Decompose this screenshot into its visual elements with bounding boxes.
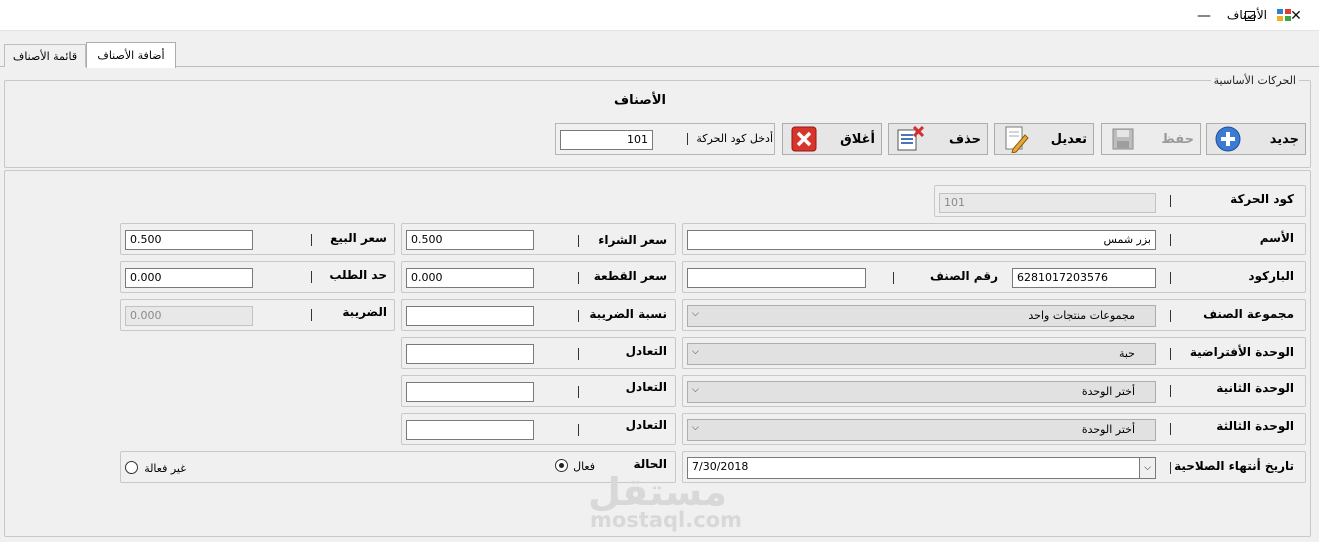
chevron-down-icon: ⌵ xyxy=(692,423,699,433)
separator xyxy=(578,348,579,360)
group-label: مجموعة الصنف xyxy=(1203,307,1294,321)
unit-default-label: الوحدة الأفتراضية xyxy=(1189,345,1294,359)
new-label: جديد xyxy=(1269,131,1299,147)
item-no-label: رقم الصنف xyxy=(930,269,998,283)
separator xyxy=(578,235,579,247)
tax-label: الضريبة xyxy=(342,305,387,319)
maximize-icon xyxy=(1245,10,1255,21)
separator xyxy=(1170,462,1171,474)
status-label: الحالة xyxy=(633,457,667,471)
delete-label: حذف xyxy=(949,131,981,147)
equiv3-field[interactable] xyxy=(406,420,534,440)
move-code-search-input[interactable]: 101 xyxy=(560,130,653,150)
status-inactive-label: غير فعالة xyxy=(144,462,186,475)
separator xyxy=(311,271,312,283)
separator xyxy=(687,133,688,145)
name-label: الأسم xyxy=(1259,231,1294,245)
separator xyxy=(311,234,312,246)
status-active-radio[interactable] xyxy=(555,459,568,472)
plus-circle-icon xyxy=(1213,126,1243,152)
group-select-value: مجموعات منتجات واحد xyxy=(1028,309,1135,322)
chevron-down-icon: ⌵ xyxy=(692,385,699,395)
close-window-button[interactable]: ✕ xyxy=(1273,0,1319,31)
group-select[interactable]: مجموعات منتجات واحد ⌵ xyxy=(687,305,1156,327)
unit-second-select[interactable]: أختر الوحدة ⌵ xyxy=(687,381,1156,403)
close-button[interactable]: أغلاق xyxy=(782,123,882,155)
sale-price-label: سعر البيع xyxy=(330,231,387,245)
expiry-label: تاريخ أنتهاء الصلاحية xyxy=(1174,459,1294,473)
item-no-field[interactable] xyxy=(687,268,866,288)
tab-items-list[interactable]: قائمة الأصناف xyxy=(4,44,86,67)
expiry-date-picker[interactable]: 7/30/2018 ⌵ xyxy=(687,457,1156,479)
reorder-field[interactable]: 0.000 xyxy=(125,268,253,288)
unit-second-value: أختر الوحدة xyxy=(1081,385,1135,398)
calendar-dropdown-icon[interactable]: ⌵ xyxy=(1139,458,1155,478)
unit-default-value: حبة xyxy=(1118,347,1135,360)
unit-second-label: الوحدة الثانية xyxy=(1216,381,1294,395)
separator xyxy=(1170,385,1171,397)
delete-document-icon xyxy=(895,126,925,152)
move-code-label: كود الحركة xyxy=(1230,192,1294,206)
barcode-label: الباركود xyxy=(1248,269,1294,283)
equiv2-field[interactable] xyxy=(406,382,534,402)
piece-price-field[interactable]: 0.000 xyxy=(406,268,534,288)
separator xyxy=(1170,348,1171,360)
delete-button[interactable]: حذف xyxy=(888,123,988,155)
equiv2-label: التعادل xyxy=(625,380,667,394)
move-code-field[interactable]: 101 xyxy=(939,193,1156,213)
edit-button[interactable]: تعديل xyxy=(994,123,1094,155)
separator xyxy=(893,272,894,284)
separator xyxy=(1170,423,1171,435)
move-code-search-label: أدخل كود الحركة xyxy=(696,132,773,145)
separator xyxy=(578,424,579,436)
close-x-icon xyxy=(789,126,819,152)
save-button[interactable]: حفظ xyxy=(1101,123,1201,155)
tab-add-items[interactable]: أضافة الأصناف xyxy=(86,42,176,68)
barcode-field[interactable]: 6281017203576 xyxy=(1012,268,1156,288)
reorder-label: حد الطلب xyxy=(329,268,387,282)
tax-rate-label: نسبة الضريبة xyxy=(589,307,667,321)
equiv1-field[interactable] xyxy=(406,344,534,364)
separator xyxy=(1170,195,1171,207)
minimize-button[interactable]: — xyxy=(1181,0,1227,31)
separator xyxy=(1170,234,1171,246)
edit-document-icon xyxy=(1001,126,1031,153)
group-legend: الحركات الأساسية xyxy=(1210,74,1299,87)
separator xyxy=(311,309,312,321)
new-button[interactable]: جديد xyxy=(1206,123,1306,155)
tab-strip xyxy=(0,38,1319,67)
close-label: أغلاق xyxy=(840,131,875,147)
purchase-price-label: سعر الشراء xyxy=(598,233,667,247)
separator xyxy=(1170,310,1171,322)
tax-rate-field[interactable] xyxy=(406,306,534,326)
edit-label: تعديل xyxy=(1050,131,1087,147)
chevron-down-icon: ⌵ xyxy=(692,347,699,357)
unit-third-value: أختر الوحدة xyxy=(1081,423,1135,436)
minimize-icon: — xyxy=(1197,7,1211,24)
equiv3-label: التعادل xyxy=(625,418,667,432)
separator xyxy=(1170,272,1171,284)
tax-field[interactable]: 0.000 xyxy=(125,306,253,326)
title-bar xyxy=(0,0,1319,31)
purchase-price-field[interactable]: 0.500 xyxy=(406,230,534,250)
form-title: الأصناف xyxy=(614,93,666,108)
separator xyxy=(578,310,579,322)
chevron-down-icon: ⌵ xyxy=(692,309,699,319)
unit-default-select[interactable]: حبة ⌵ xyxy=(687,343,1156,365)
separator xyxy=(578,272,579,284)
sale-price-field[interactable]: 0.500 xyxy=(125,230,253,250)
save-label: حفظ xyxy=(1161,131,1194,147)
separator xyxy=(578,386,579,398)
status-inactive-radio[interactable] xyxy=(125,461,138,474)
watermark-url: mostaql.com xyxy=(590,508,742,532)
equiv1-label: التعادل xyxy=(625,344,667,358)
unit-third-select[interactable]: أختر الوحدة ⌵ xyxy=(687,419,1156,441)
maximize-button[interactable] xyxy=(1227,0,1273,31)
close-icon: ✕ xyxy=(1290,7,1302,24)
piece-price-label: سعر القطعة xyxy=(593,269,667,283)
floppy-disk-icon xyxy=(1108,126,1138,152)
unit-third-label: الوحدة الثالثة xyxy=(1216,419,1294,433)
name-field[interactable]: بزر شمس xyxy=(687,230,1156,250)
